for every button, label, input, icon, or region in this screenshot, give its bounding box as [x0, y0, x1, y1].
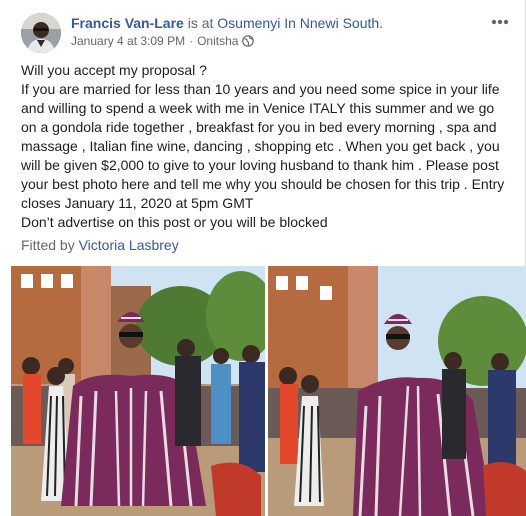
- post-body: Will you accept my proposal ? If you are…: [21, 61, 511, 232]
- globe-icon[interactable]: [242, 35, 255, 51]
- post-card: Francis Van-Lare is at Osumenyi In Nnewi…: [0, 0, 526, 516]
- post-photo-left[interactable]: [11, 266, 265, 516]
- post-line-offer: If you are married for less than 10 year…: [21, 81, 505, 211]
- timestamp-link[interactable]: January 4 at 3:09 PM: [71, 34, 185, 48]
- fitted-by-label: Fitted by: [21, 237, 79, 253]
- fitted-by-line: Fitted by Victoria Lasbrey: [21, 236, 179, 255]
- post-photo-right[interactable]: [268, 266, 526, 516]
- post-meta: January 4 at 3:09 PM · Onitsha: [71, 33, 255, 51]
- post-line-question: Will you accept my proposal ?: [21, 62, 207, 78]
- avatar[interactable]: [21, 13, 61, 53]
- author-name[interactable]: Francis Van-Lare: [71, 15, 184, 31]
- is-at-text: is at: [183, 15, 218, 31]
- meta-separator: ·: [189, 34, 194, 48]
- fitted-by-name-link[interactable]: Victoria Lasbrey: [79, 237, 179, 253]
- place-link[interactable]: Onitsha: [197, 34, 238, 48]
- location-link[interactable]: Osumenyi In Nnewi South.: [217, 15, 383, 31]
- post-line-warning: Don’t advertise on this post or you will…: [21, 214, 328, 230]
- ellipsis-icon[interactable]: [488, 12, 512, 32]
- post-header: Francis Van-Lare is at Osumenyi In Nnewi…: [71, 14, 383, 32]
